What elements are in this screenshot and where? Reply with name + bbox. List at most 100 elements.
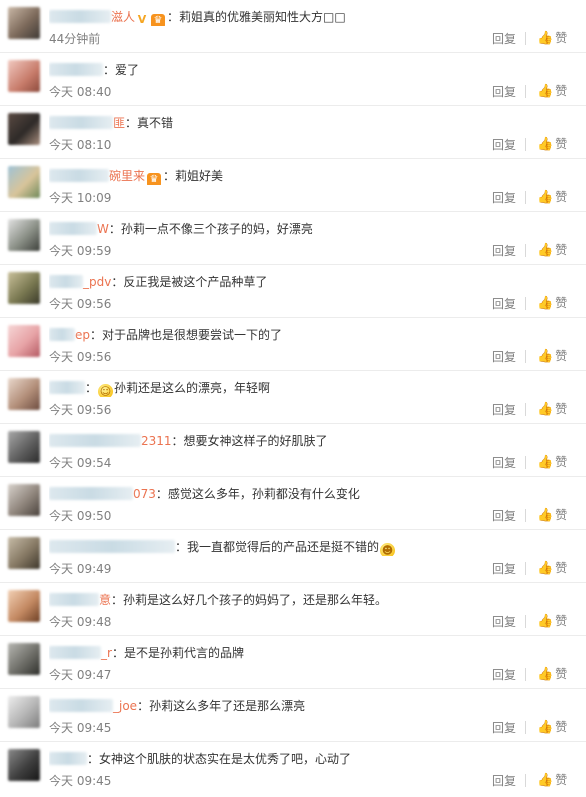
username[interactable]: _pdv [83, 275, 111, 289]
reply-button[interactable]: 回复 [492, 721, 516, 735]
reply-button[interactable]: 回复 [492, 509, 516, 523]
username-blurred[interactable] [49, 328, 75, 341]
thumb-up-icon: 👍 [537, 614, 554, 629]
reply-button[interactable]: 回复 [492, 668, 516, 682]
reply-button[interactable]: 回复 [492, 297, 516, 311]
comment-time: 今天 09:56 [49, 350, 112, 364]
avatar[interactable] [8, 219, 40, 251]
comment-line: 073：感觉这么多年，孙莉都没有什么变化 [49, 485, 576, 503]
thumb-up-icon: 👍 [537, 296, 554, 311]
avatar[interactable] [8, 696, 40, 728]
like-label: 赞 [555, 243, 568, 257]
username[interactable]: W [97, 222, 109, 236]
avatar[interactable] [8, 378, 40, 410]
reply-button[interactable]: 回复 [492, 615, 516, 629]
reply-button[interactable]: 回复 [492, 85, 516, 99]
username-blurred[interactable] [49, 275, 83, 288]
username[interactable]: _joe [113, 699, 137, 713]
like-button[interactable]: 👍 赞 [537, 666, 567, 683]
avatar[interactable] [8, 643, 40, 675]
reply-button[interactable]: 回复 [492, 244, 516, 258]
like-button[interactable]: 👍 赞 [537, 613, 567, 630]
username-blurred[interactable] [49, 593, 99, 606]
avatar[interactable] [8, 272, 40, 304]
like-label: 赞 [555, 614, 568, 628]
username-blurred[interactable] [49, 699, 113, 712]
username[interactable]: ep [75, 328, 90, 342]
comment-time: 今天 09:54 [49, 456, 112, 470]
like-button[interactable]: 👍 赞 [537, 719, 567, 736]
like-button[interactable]: 👍 赞 [537, 348, 567, 365]
thumb-up-icon: 👍 [537, 349, 554, 364]
thumb-up-icon: 👍 [537, 137, 554, 152]
username[interactable]: 滋人 [111, 10, 135, 24]
avatar[interactable] [8, 537, 40, 569]
reply-button[interactable]: 回复 [492, 350, 516, 364]
comment-line: ：我一直都觉得后的产品还是挺不错的 ☻ [49, 538, 576, 556]
avatar[interactable] [8, 325, 40, 357]
username-blurred[interactable] [49, 434, 141, 447]
username[interactable]: _r [101, 646, 112, 660]
username-blurred[interactable] [49, 169, 109, 182]
divider [525, 32, 526, 45]
username-blurred[interactable] [49, 540, 175, 553]
reply-button[interactable]: 回复 [492, 403, 516, 417]
username-blurred[interactable] [49, 10, 111, 23]
comment-item: ep：对于品牌也是很想要尝试一下的了 今天 09:56 回复 👍 赞 [0, 318, 586, 371]
comment-line: W：孙莉一点不像三个孩子的妈，好漂亮 [49, 220, 576, 238]
thumb-up-icon: 👍 [537, 773, 554, 788]
avatar[interactable] [8, 590, 40, 622]
like-button[interactable]: 👍 赞 [537, 295, 567, 312]
like-button[interactable]: 👍 赞 [537, 772, 567, 789]
username-blurred[interactable] [49, 646, 101, 659]
comment-text: ：想要女神这样子的好肌肤了 [171, 434, 328, 448]
like-button[interactable]: 👍 赞 [537, 242, 567, 259]
comment-time: 今天 08:40 [49, 85, 112, 99]
like-button[interactable]: 👍 赞 [537, 507, 567, 524]
like-label: 赞 [555, 561, 568, 575]
username-blurred[interactable] [49, 381, 85, 394]
grin-emoji-icon: ☻ [380, 543, 396, 556]
avatar[interactable] [8, 60, 40, 92]
username-blurred[interactable] [49, 752, 87, 765]
username[interactable]: 2311 [141, 434, 172, 448]
comment-line: _pdv：反正我是被这个产品种草了 [49, 273, 576, 291]
reply-button[interactable]: 回复 [492, 138, 516, 152]
divider [525, 191, 526, 204]
avatar[interactable] [8, 749, 40, 781]
like-button[interactable]: 👍 赞 [537, 83, 567, 100]
avatar[interactable] [8, 166, 40, 198]
like-button[interactable]: 👍 赞 [537, 30, 567, 47]
divider [525, 615, 526, 628]
username[interactable]: 意 [99, 593, 111, 607]
username-blurred[interactable] [49, 487, 133, 500]
reply-button[interactable]: 回复 [492, 774, 516, 788]
thumb-up-icon: 👍 [537, 508, 554, 523]
avatar[interactable] [8, 7, 40, 39]
like-button[interactable]: 👍 赞 [537, 454, 567, 471]
thumb-up-icon: 👍 [537, 402, 554, 417]
crown-badge-icon: ♛ [151, 14, 166, 26]
reply-button[interactable]: 回复 [492, 562, 516, 576]
username-blurred[interactable] [49, 63, 103, 76]
avatar[interactable] [8, 113, 40, 145]
username[interactable]: 匪 [113, 116, 125, 130]
comment-text: ：感觉这么多年，孙莉都没有什么变化 [155, 487, 360, 501]
like-label: 赞 [555, 31, 568, 45]
like-button[interactable]: 👍 赞 [537, 560, 567, 577]
reply-button[interactable]: 回复 [492, 456, 516, 470]
like-button[interactable]: 👍 赞 [537, 189, 567, 206]
username[interactable]: 073 [133, 487, 156, 501]
avatar[interactable] [8, 431, 40, 463]
username-blurred[interactable] [49, 116, 113, 129]
reply-button[interactable]: 回复 [492, 191, 516, 205]
comment-text: ：对于品牌也是很想要尝试一下的了 [90, 328, 283, 342]
reply-button[interactable]: 回复 [492, 32, 516, 46]
username-blurred[interactable] [49, 222, 97, 235]
like-button[interactable]: 👍 赞 [537, 401, 567, 418]
avatar[interactable] [8, 484, 40, 516]
comment-text: ：我一直都觉得后的产品还是挺不错的 [175, 540, 380, 554]
like-button[interactable]: 👍 赞 [537, 136, 567, 153]
username[interactable]: 碗里来 [109, 169, 145, 183]
comment-text: ：爱了 [103, 63, 140, 77]
